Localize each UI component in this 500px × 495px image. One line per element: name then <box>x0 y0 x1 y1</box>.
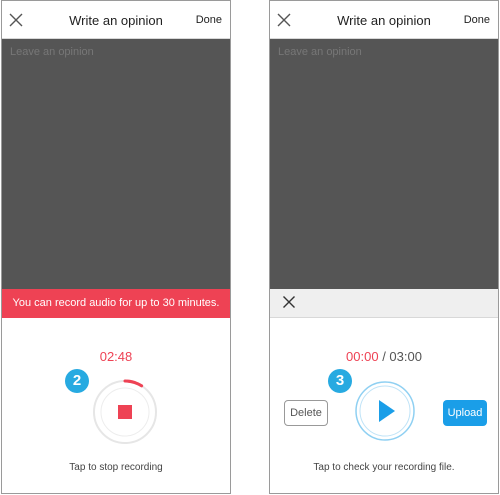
upload-button[interactable]: Upload <box>443 400 487 426</box>
close-icon[interactable] <box>282 295 296 309</box>
done-button[interactable]: Done <box>196 14 222 26</box>
play-button[interactable] <box>355 381 415 441</box>
step-badge: 2 <box>65 369 89 393</box>
dimmed-editor: Leave an opinion <box>270 39 498 289</box>
recording-caption: Tap to stop recording <box>69 462 163 473</box>
done-button[interactable]: Done <box>464 14 490 26</box>
timer-separator: / <box>378 349 390 364</box>
recorder-toolbar <box>270 289 498 318</box>
recording-timer: 02:48 <box>99 349 133 364</box>
stop-recording-button[interactable] <box>92 379 158 445</box>
playback-timer: 00:00 / 03:00 <box>270 349 498 364</box>
record-limit-banner: You can record audio for up to 30 minute… <box>2 289 230 318</box>
header-bar: Write an opinion Done <box>270 1 498 39</box>
recording-screen: Write an opinion Done Leave an opinion Y… <box>1 0 231 494</box>
stop-icon <box>118 405 132 419</box>
playback-screen: Write an opinion Done Leave an opinion 0… <box>269 0 499 494</box>
opinion-placeholder: Leave an opinion <box>10 46 94 58</box>
elapsed-time: 00:00 <box>346 349 379 364</box>
step-badge: 3 <box>328 369 352 393</box>
delete-button[interactable]: Delete <box>284 400 328 426</box>
opinion-placeholder: Leave an opinion <box>278 46 362 58</box>
header-bar: Write an opinion Done <box>2 1 230 39</box>
total-time: 03:00 <box>389 349 422 364</box>
dimmed-editor: Leave an opinion <box>2 39 230 289</box>
playback-caption: Tap to check your recording file. <box>313 462 455 473</box>
